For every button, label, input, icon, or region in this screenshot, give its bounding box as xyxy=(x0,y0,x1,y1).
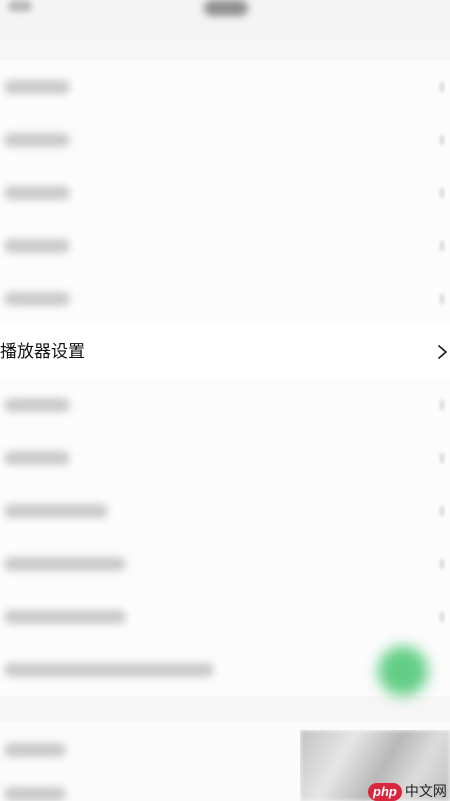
chevron-right-icon xyxy=(440,399,444,410)
settings-row-2[interactable] xyxy=(0,113,450,166)
chevron-right-icon xyxy=(440,558,444,569)
player-settings-row[interactable]: 播放器设置 xyxy=(0,325,450,378)
chevron-right-icon xyxy=(440,81,444,92)
chevron-right-icon xyxy=(440,505,444,516)
player-settings-label: 播放器设置 xyxy=(0,341,85,362)
settings-row-label xyxy=(4,503,108,518)
settings-row-label xyxy=(4,609,126,624)
back-icon[interactable] xyxy=(8,0,32,12)
watermark-logo: php 中文网 xyxy=(368,780,450,801)
top-bar xyxy=(0,0,450,40)
settings-row-label xyxy=(4,79,70,94)
settings-row-8[interactable] xyxy=(0,431,450,484)
settings-row-label xyxy=(4,662,214,677)
page-title xyxy=(204,0,248,16)
watermark: php 中文网 xyxy=(300,730,450,801)
settings-row-9[interactable] xyxy=(0,484,450,537)
settings-row-3[interactable] xyxy=(0,166,450,219)
settings-row-5[interactable] xyxy=(0,272,450,325)
chevron-right-icon xyxy=(438,344,447,359)
settings-row-label xyxy=(4,132,70,147)
chevron-right-icon xyxy=(440,293,444,304)
settings-row-label xyxy=(4,556,126,571)
settings-row-label xyxy=(4,238,70,253)
chevron-right-icon xyxy=(440,611,444,622)
settings-row-7[interactable] xyxy=(0,378,450,431)
floating-action-button[interactable] xyxy=(378,646,428,696)
watermark-brand: php xyxy=(368,783,402,801)
settings-row-4[interactable] xyxy=(0,219,450,272)
settings-row-label xyxy=(4,397,70,412)
settings-row-label xyxy=(4,185,70,200)
settings-row-label xyxy=(4,450,70,465)
chevron-right-icon xyxy=(440,187,444,198)
settings-row-11[interactable] xyxy=(0,590,450,643)
settings-row-label xyxy=(4,291,70,306)
settings-row-10[interactable] xyxy=(0,537,450,590)
settings-row-label xyxy=(4,787,66,801)
settings-row-1[interactable] xyxy=(0,60,450,113)
settings-list: 播放器设置 xyxy=(0,60,450,696)
chevron-right-icon xyxy=(440,452,444,463)
settings-row-label xyxy=(4,743,66,757)
watermark-site: 中文网 xyxy=(404,784,447,800)
chevron-right-icon xyxy=(440,240,444,251)
chevron-right-icon xyxy=(440,134,444,145)
